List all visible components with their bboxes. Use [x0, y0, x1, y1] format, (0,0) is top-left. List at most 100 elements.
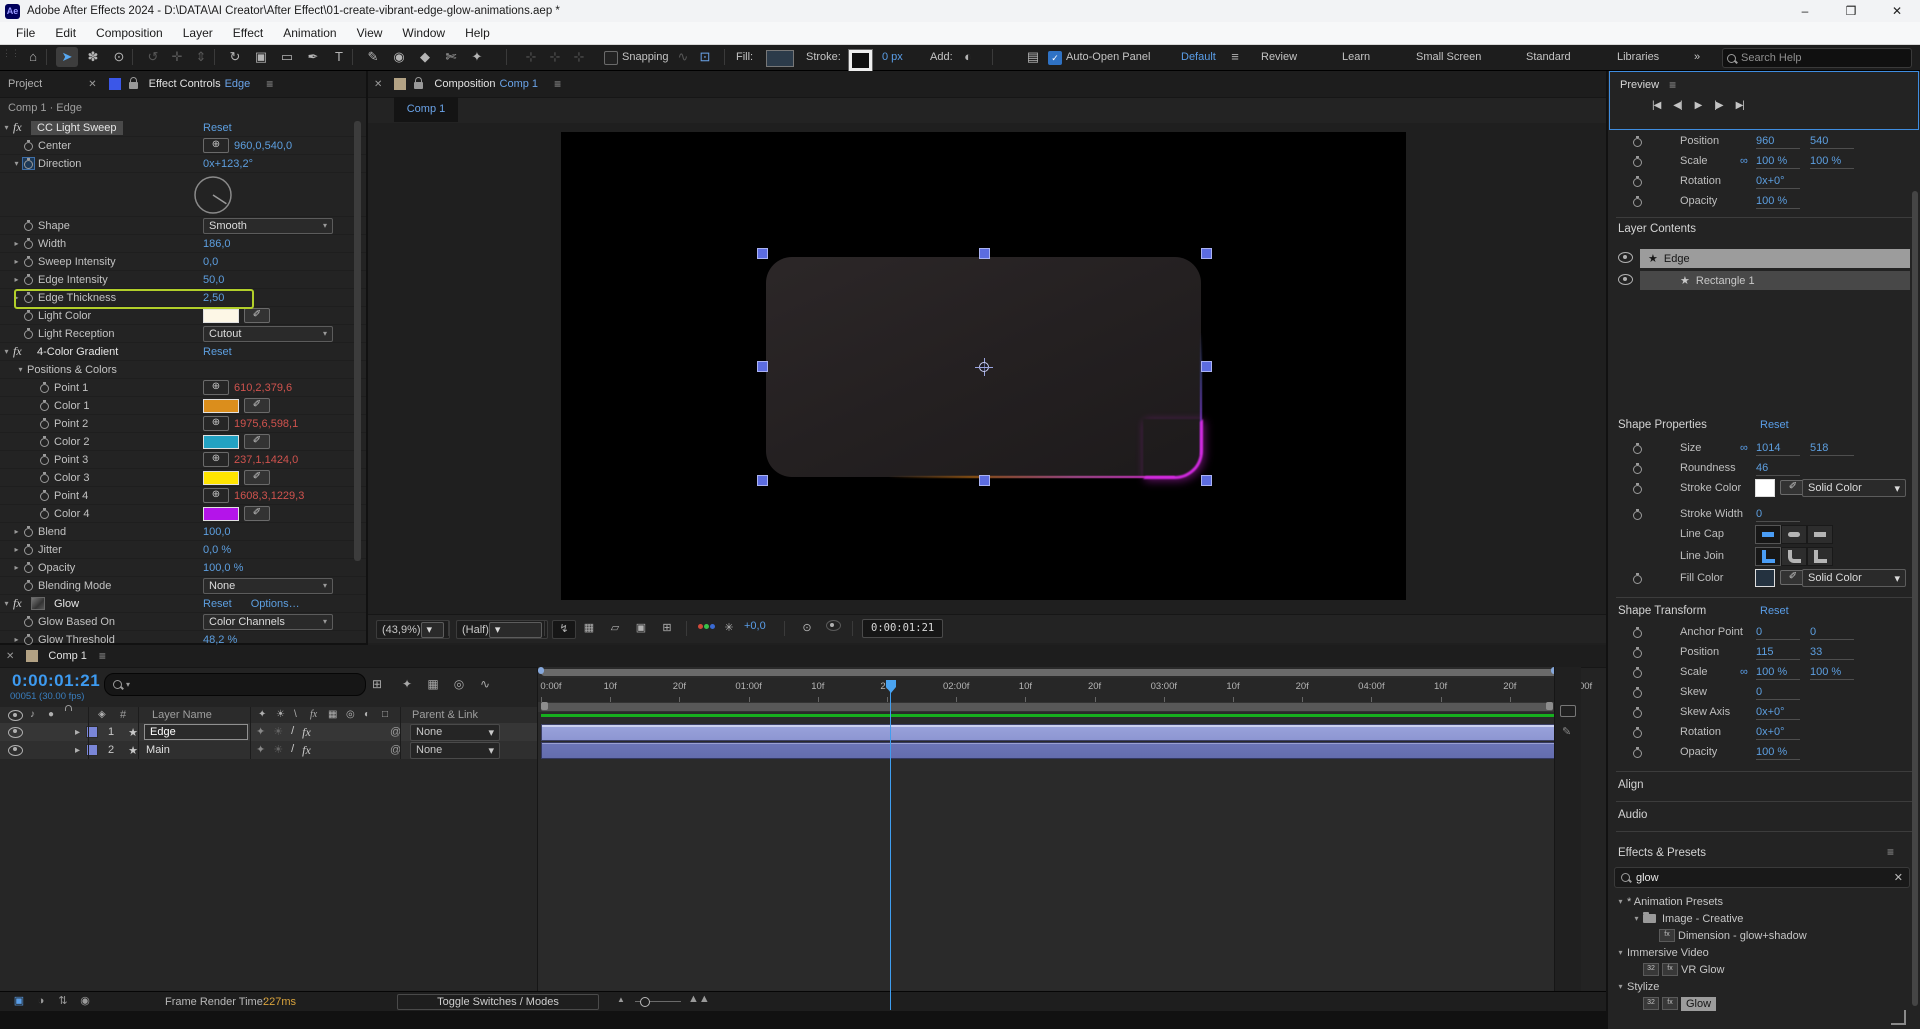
- clear-search-icon[interactable]: ✕: [1894, 871, 1903, 884]
- expander-closed-icon[interactable]: ▸: [10, 563, 23, 572]
- layer-name[interactable]: Main: [146, 744, 170, 756]
- timeline-graph-area[interactable]: 0:00f10f20f01:00f10f20f02:00f10f20f03:00…: [537, 667, 1581, 1010]
- stopwatch-icon[interactable]: [23, 634, 34, 645]
- property-value[interactable]: 186,0: [203, 238, 231, 250]
- layer-contents-item[interactable]: ★Rectangle 1: [1640, 271, 1910, 290]
- color-swatch[interactable]: [1755, 479, 1775, 497]
- menu-effect[interactable]: Effect: [223, 26, 273, 40]
- value-1[interactable]: 100 %: [1756, 666, 1800, 680]
- menu-help[interactable]: Help: [455, 26, 500, 40]
- stopwatch-icon[interactable]: [39, 508, 50, 519]
- first-frame-button[interactable]: |◀: [1652, 100, 1660, 111]
- navigator-start-handle[interactable]: [538, 667, 544, 674]
- preset-tree-item[interactable]: 32fxVR Glow: [1608, 961, 1910, 978]
- roto-brush-tool-icon[interactable]: ✄: [440, 47, 462, 67]
- line-cap-option[interactable]: [1807, 525, 1833, 544]
- value-2[interactable]: 518: [1810, 442, 1854, 456]
- stopwatch-icon[interactable]: [39, 454, 50, 465]
- value-1[interactable]: 0: [1756, 626, 1800, 640]
- close-button[interactable]: ✕: [1874, 0, 1920, 22]
- menu-window[interactable]: Window: [392, 26, 455, 40]
- twirl-open-icon[interactable]: ▾: [1614, 982, 1627, 991]
- effects-presets-menu-icon[interactable]: ≡: [1879, 845, 1902, 859]
- menu-layer[interactable]: Layer: [173, 26, 223, 40]
- stopwatch-icon[interactable]: [23, 256, 34, 267]
- selection-handle[interactable]: [1201, 361, 1212, 372]
- reset-link[interactable]: Reset: [203, 122, 232, 134]
- shape-transform-reset[interactable]: Reset: [1760, 605, 1789, 617]
- color-swatch[interactable]: [203, 399, 239, 413]
- point-picker-icon[interactable]: ⊕: [203, 380, 229, 395]
- eyedropper-icon[interactable]: ✐: [244, 470, 270, 485]
- link-icon[interactable]: ∞: [1740, 155, 1748, 167]
- current-timecode[interactable]: 0:00:01:21: [12, 671, 100, 691]
- workspace-libraries[interactable]: Libraries: [1617, 45, 1659, 70]
- visibility-eye-icon[interactable]: [1618, 252, 1633, 263]
- comp-viewer-tab[interactable]: Comp 1: [394, 97, 458, 122]
- selection-handle[interactable]: [757, 248, 768, 259]
- layer-name-column-header[interactable]: Layer Name: [152, 709, 212, 721]
- stopwatch-icon[interactable]: [1632, 156, 1643, 167]
- stopwatch-icon[interactable]: [1632, 176, 1643, 187]
- workspace-standard[interactable]: Standard: [1526, 45, 1571, 70]
- layer-visibility-icon[interactable]: [8, 727, 23, 738]
- parent-link-dropdown[interactable]: None▾: [410, 742, 500, 759]
- point-picker-icon[interactable]: ⊕: [203, 452, 229, 467]
- dropdown[interactable]: None▾: [203, 578, 333, 594]
- expander-closed-icon[interactable]: ▸: [10, 239, 23, 248]
- snapshot-camera-icon[interactable]: ⊙: [796, 620, 818, 637]
- value-1[interactable]: 0x+0°: [1756, 726, 1800, 740]
- color-swatch[interactable]: [203, 309, 239, 323]
- menu-animation[interactable]: Animation: [273, 26, 346, 40]
- previous-frame-button[interactable]: ◀|: [1673, 100, 1681, 111]
- preset-label[interactable]: Image - Creative: [1662, 913, 1743, 925]
- preset-label[interactable]: Glow: [1681, 997, 1716, 1011]
- help-search-box[interactable]: Search Help: [1722, 48, 1912, 68]
- last-frame-button[interactable]: ▶|: [1736, 100, 1744, 111]
- add-menu-icon[interactable]: ◐: [957, 47, 979, 67]
- transparency-grid-icon[interactable]: ▦: [578, 620, 600, 637]
- masks-status-icon[interactable]: ◑: [32, 994, 50, 1009]
- mask-visibility-icon[interactable]: ▱: [604, 620, 626, 637]
- link-icon[interactable]: ∞: [1740, 442, 1748, 454]
- property-value[interactable]: 0x+123,2°: [203, 158, 253, 170]
- snapping-checkbox[interactable]: [604, 51, 618, 65]
- preset-label[interactable]: * Animation Presets: [1627, 896, 1723, 908]
- preset-tree-item[interactable]: ▾* Animation Presets: [1608, 893, 1910, 910]
- auto-open-panel-checkbox[interactable]: ✓: [1048, 51, 1062, 65]
- tab-project[interactable]: Project: [8, 78, 42, 90]
- frame-blending-icon[interactable]: ▦: [422, 675, 444, 693]
- point-picker-icon[interactable]: ⊕: [203, 416, 229, 431]
- stopwatch-icon[interactable]: [39, 436, 50, 447]
- switch-icon[interactable]: fx: [302, 743, 311, 758]
- value-2[interactable]: 33: [1810, 646, 1854, 660]
- preset-label[interactable]: VR Glow: [1681, 964, 1724, 976]
- lock-icon[interactable]: [414, 82, 423, 89]
- safe-margins-icon[interactable]: ⊞: [656, 620, 678, 637]
- stopwatch-icon[interactable]: [1632, 509, 1643, 520]
- fill-swatch[interactable]: [766, 50, 794, 67]
- stopwatch-icon[interactable]: [23, 274, 34, 285]
- properties-scrollbar[interactable]: [1912, 191, 1918, 1006]
- effect-name[interactable]: 4-Color Gradient: [31, 345, 124, 359]
- value-1[interactable]: 0x+0°: [1756, 706, 1800, 720]
- property-value[interactable]: 960,0,540,0: [234, 140, 292, 152]
- property-value[interactable]: 50,0: [203, 274, 224, 286]
- workspace-default[interactable]: Default: [1181, 45, 1216, 70]
- play-button[interactable]: ▶: [1695, 100, 1702, 111]
- preset-tree-item[interactable]: ▾Image - Creative: [1608, 910, 1910, 927]
- line-join-option[interactable]: [1807, 547, 1833, 566]
- dropdown[interactable]: Smooth▾: [203, 218, 333, 234]
- value-y[interactable]: 100 %: [1810, 155, 1854, 169]
- color-swatch[interactable]: [203, 471, 239, 485]
- axis-mode-icon[interactable]: ⊹: [568, 47, 590, 67]
- pan-behind-tool-icon[interactable]: ▣: [250, 47, 272, 67]
- options-link[interactable]: Options…: [251, 598, 300, 610]
- minimize-button[interactable]: –: [1782, 0, 1828, 22]
- stroke-swatch[interactable]: [849, 50, 872, 71]
- timeline-search-box[interactable]: ▾: [104, 673, 366, 696]
- stopwatch-icon[interactable]: [1632, 443, 1643, 454]
- switch-icon[interactable]: ☀: [273, 743, 283, 758]
- color-swatch[interactable]: [203, 507, 239, 521]
- timeline-layer-row[interactable]: ▸2★Main✦☀/fx@None▾: [0, 741, 537, 760]
